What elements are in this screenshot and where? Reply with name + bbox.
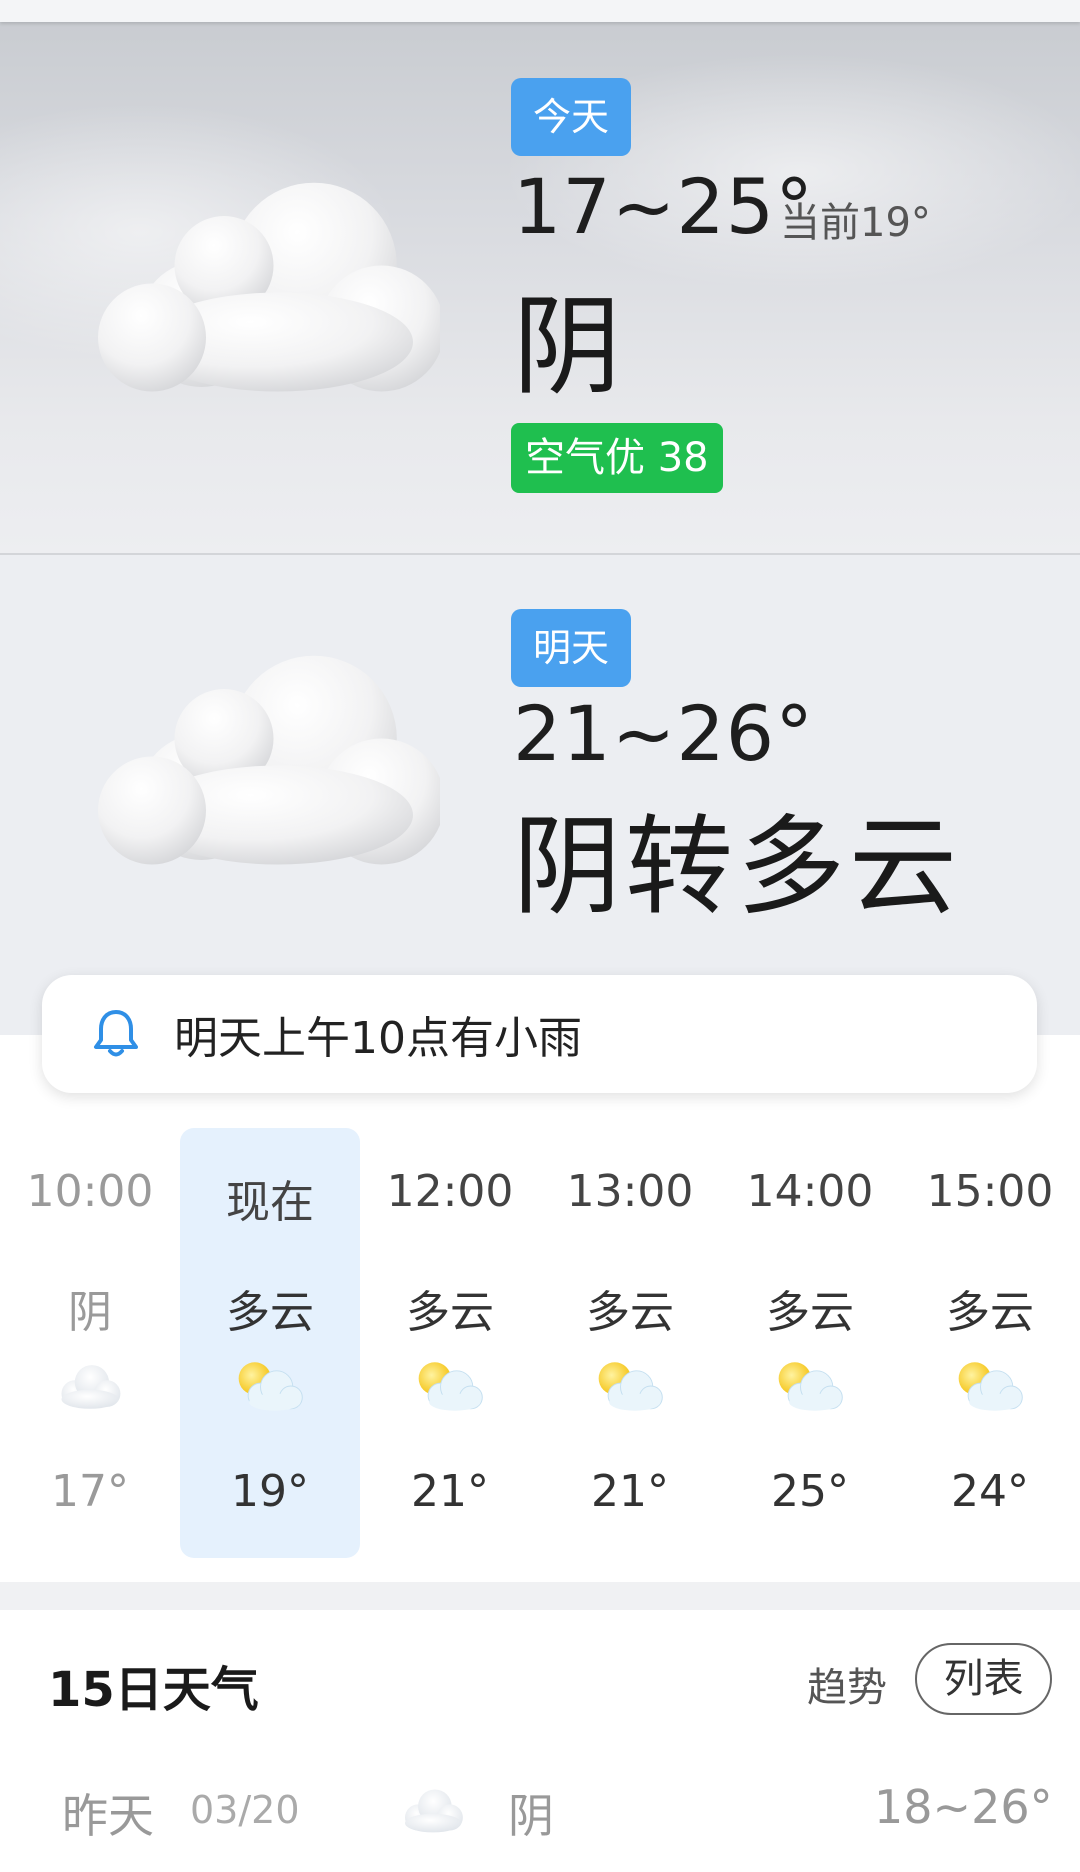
hour-time: 12:00 [386, 1166, 514, 1217]
cloud-icon [405, 1789, 463, 1833]
hour-temp: 21° [591, 1466, 669, 1517]
hour-condition: 多云 [406, 1287, 494, 1338]
partly-cloudy-icon [238, 1361, 303, 1412]
cloud-icon [61, 1365, 121, 1409]
tomorrow-weather-card[interactable]: 明天 21~26° 阴转多云 [0, 555, 1080, 1035]
hour-condition: 多云 [226, 1287, 314, 1338]
today-weather-card[interactable]: 今天 17~25° 当前19° 阴 空气优 38 [0, 22, 1080, 554]
today-condition: 阴 [513, 285, 626, 410]
hour-temp: 17° [51, 1466, 129, 1517]
hour-item[interactable]: 15:00 多云 24° [900, 1128, 1080, 1558]
top-status-bar [0, 0, 1080, 22]
hour-condition: 阴 [68, 1287, 112, 1338]
hour-temp: 19° [231, 1466, 309, 1517]
hour-condition: 多云 [946, 1287, 1034, 1338]
overcast-cloud-icon [98, 655, 440, 865]
trend-toggle[interactable]: 趋势 [807, 1655, 887, 1713]
day-name: 昨天 [62, 1789, 154, 1843]
partly-cloudy-icon [778, 1361, 843, 1412]
partly-cloudy-icon [958, 1361, 1023, 1412]
rain-alert-banner[interactable]: 明天上午10点有小雨 [42, 975, 1037, 1093]
hour-condition: 多云 [586, 1287, 674, 1338]
hour-time: 15:00 [926, 1166, 1054, 1217]
hour-time: 14:00 [746, 1166, 874, 1217]
today-tag: 今天 [511, 78, 632, 156]
hour-time: 现在 [226, 1177, 314, 1228]
list-toggle-button[interactable]: 列表 [915, 1643, 1052, 1715]
overcast-cloud-icon [98, 182, 440, 392]
day-temp-range: 18~26° [874, 1780, 1053, 1834]
today-temp-range: 17~25° [513, 162, 815, 251]
hour-item[interactable]: 10:00 阴 17° [0, 1128, 180, 1558]
hourly-forecast[interactable]: 10:00 阴 17° 现在 多云 19° 12:00 多云 21° 13:00… [0, 1120, 1080, 1560]
hour-item[interactable]: 13:00 多云 21° [540, 1128, 720, 1558]
forecast-day-row[interactable]: 昨天 03/20 阴 18~26° [0, 1760, 1080, 1860]
hour-temp: 24° [951, 1466, 1029, 1517]
hour-item[interactable]: 12:00 多云 21° [360, 1128, 540, 1558]
day-date: 03/20 [190, 1788, 300, 1832]
hour-item[interactable]: 14:00 多云 25° [720, 1128, 900, 1558]
hour-temp: 25° [771, 1466, 849, 1517]
hour-condition: 多云 [766, 1287, 854, 1338]
hour-item-now[interactable]: 现在 多云 19° [180, 1128, 360, 1558]
hour-time: 13:00 [566, 1166, 694, 1217]
partly-cloudy-icon [418, 1361, 483, 1412]
tomorrow-temp-range: 21~26° [513, 689, 815, 778]
alert-text: 明天上午10点有小雨 [174, 1013, 582, 1064]
tomorrow-condition: 阴转多云 [513, 805, 962, 930]
forecast-title: 15日天气 [48, 1662, 259, 1718]
partly-cloudy-icon [598, 1361, 663, 1412]
current-temp: 当前19° [780, 200, 931, 246]
day-condition: 阴 [508, 1789, 554, 1843]
hour-time: 10:00 [26, 1166, 154, 1217]
section-separator [0, 1582, 1080, 1610]
air-quality-badge[interactable]: 空气优 38 [511, 423, 723, 493]
bell-icon [94, 1010, 138, 1057]
tomorrow-tag: 明天 [511, 609, 632, 687]
hour-temp: 21° [411, 1466, 489, 1517]
